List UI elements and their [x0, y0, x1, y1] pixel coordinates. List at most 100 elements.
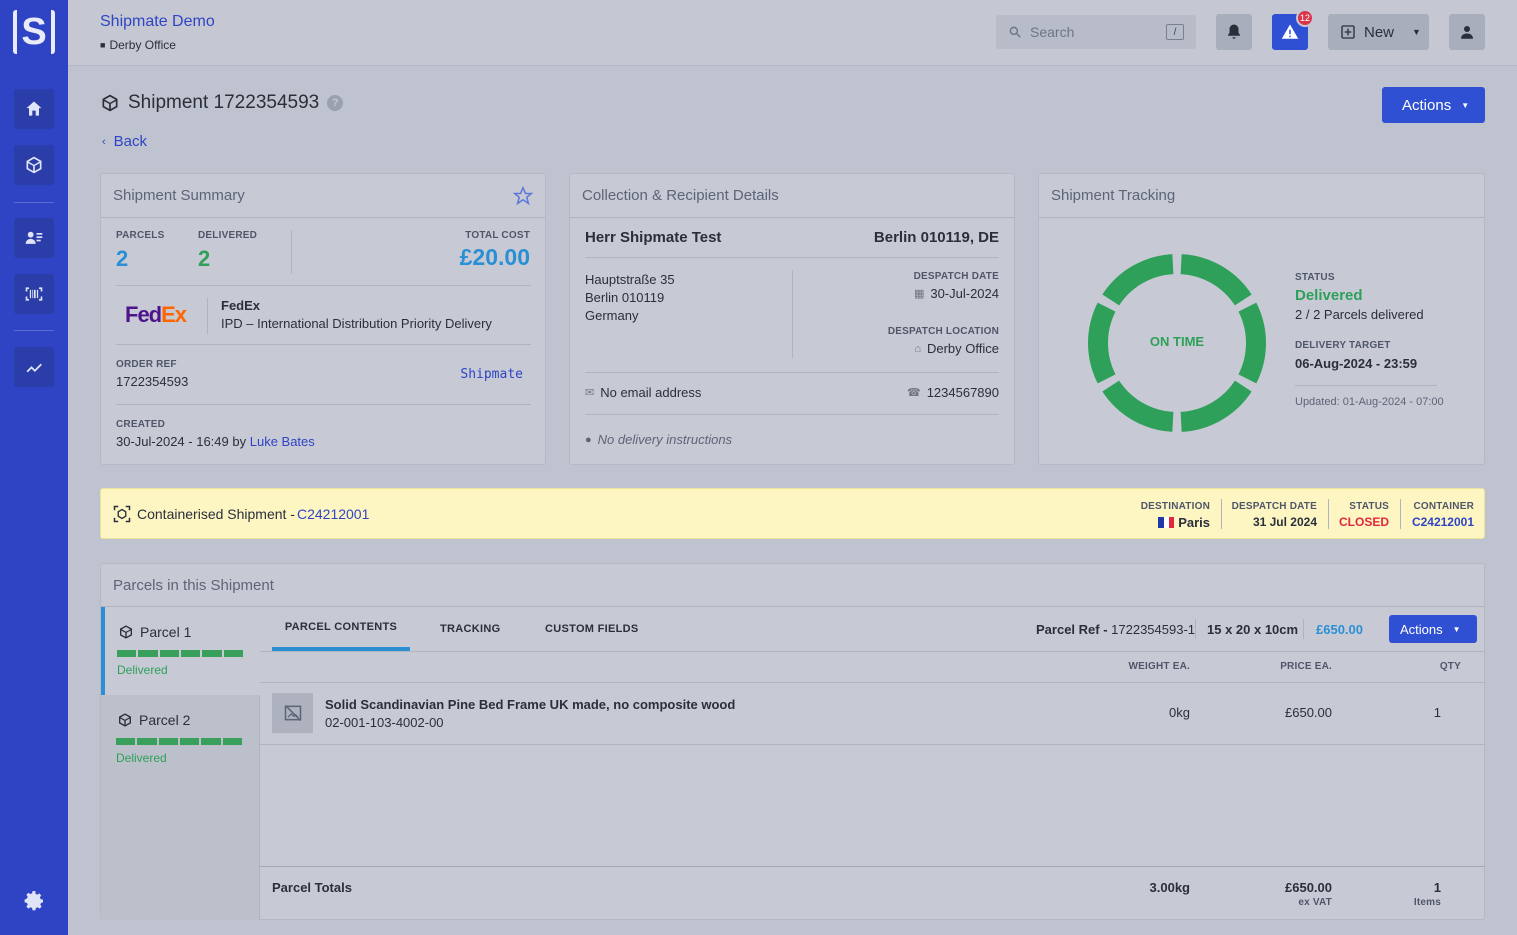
nav-separator — [14, 330, 54, 331]
user-menu-button[interactable] — [1449, 14, 1485, 50]
actions-button[interactable]: Actions ▼ — [1382, 87, 1485, 123]
card-title: Shipment Tracking — [1051, 187, 1176, 204]
total-qty: 1 — [1433, 880, 1441, 895]
destination: Paris — [1133, 515, 1210, 530]
notifications-button[interactable] — [1216, 14, 1252, 50]
search-icon — [1009, 26, 1021, 38]
total-price: £650.00 — [1285, 880, 1332, 895]
email-value: No email address — [600, 385, 702, 400]
item-price: £650.00 — [1285, 705, 1332, 720]
delivery-instructions: ● No delivery instructions — [585, 432, 732, 447]
divider — [1221, 499, 1222, 529]
ring-label: ON TIME — [1149, 334, 1205, 349]
divider — [260, 651, 1485, 652]
actions-label: Actions — [1402, 96, 1452, 114]
contacts-icon — [25, 231, 43, 244]
user-icon — [1461, 26, 1473, 39]
destination-label: DESTINATION — [1140, 501, 1210, 512]
parcels-label: PARCELS — [116, 230, 165, 241]
barcode-icon — [25, 287, 43, 301]
carrier-service: IPD – International Distribution Priorit… — [221, 316, 492, 331]
building-icon: ■ — [100, 40, 106, 50]
envelope-icon: ✉ — [585, 387, 595, 399]
plus-square-icon — [1341, 25, 1355, 39]
tab-parcel-contents[interactable]: PARCEL CONTENTS — [272, 607, 410, 651]
scan-nav-button[interactable] — [14, 274, 54, 314]
help-icon[interactable]: ? — [327, 95, 344, 111]
parcel-label: Parcel 1 — [140, 624, 192, 640]
parcel-item-2[interactable]: Parcel 2 Delivered — [101, 695, 260, 783]
tab-tracking[interactable]: TRACKING — [440, 607, 500, 651]
divider — [116, 344, 531, 345]
back-link[interactable]: ‹ Back — [102, 133, 147, 150]
despatch-date-value: 30-Jul-2024 — [930, 286, 999, 301]
created-by-link[interactable]: Luke Bates — [250, 434, 315, 449]
contacts-nav-button[interactable] — [14, 218, 54, 258]
despatch-date-value: 31 Jul 2024 — [1252, 515, 1317, 529]
divider — [1195, 619, 1196, 639]
home-nav-button[interactable] — [14, 89, 54, 129]
ring-segment — [1102, 380, 1174, 432]
divider — [116, 404, 531, 405]
order-ref-value: 1722354593 — [116, 374, 189, 389]
parcel-progress-bar — [116, 738, 242, 745]
parcels-count: 2 — [116, 246, 129, 271]
recipient-email: ✉ No email address — [585, 385, 701, 400]
divider — [585, 414, 999, 415]
status-value: Delivered — [1295, 287, 1363, 304]
package-icon — [119, 713, 131, 727]
delivered-label: DELIVERED — [198, 230, 258, 241]
created-by-prefix: by — [232, 434, 247, 449]
tab-custom-fields[interactable]: CUSTOM FIELDS — [545, 607, 639, 651]
parcel-list: Parcel 1 Delivered Parcel 2 Delivered — [101, 607, 260, 920]
caret-down-icon: ▼ — [1452, 624, 1461, 634]
search-placeholder: Search — [1030, 24, 1075, 40]
parcel-title: Parcel 1 — [118, 624, 191, 640]
parcel-label: Parcel 2 — [139, 712, 191, 728]
divider — [792, 270, 793, 358]
parcel-status: Delivered — [116, 751, 167, 765]
container-link[interactable]: C24212001 — [297, 506, 369, 522]
parcels-card: Parcels in this Shipment Parcel 1 Delive… — [100, 563, 1485, 920]
parcel-item-1[interactable]: Parcel 1 Delivered — [101, 607, 260, 695]
delivery-target-value: 06-Aug-2024 - 23:59 — [1295, 356, 1418, 371]
fedex-logo: FedEx — [125, 302, 187, 328]
package-icon — [120, 625, 132, 639]
item-weight: 0kg — [1169, 705, 1190, 720]
office-selector[interactable]: ■ Derby Office — [100, 38, 176, 52]
divider — [1400, 499, 1401, 529]
divider — [585, 372, 999, 373]
despatch-location: ⌂ Derby Office — [914, 341, 999, 356]
despatch-date: ▦ 30-Jul-2024 — [914, 286, 999, 301]
status-label: STATUS — [1295, 272, 1335, 283]
parcel-value: £650.00 — [1316, 622, 1363, 637]
alerts-button[interactable]: 12 — [1272, 9, 1314, 50]
settings-button[interactable] — [20, 887, 48, 915]
container-value[interactable]: C24212001 — [1405, 515, 1474, 529]
search-input[interactable]: Search / — [996, 15, 1196, 49]
divider — [585, 257, 999, 258]
address-line: Berlin 010119 — [585, 290, 665, 305]
parcel-actions-button[interactable]: Actions ▼ — [1389, 615, 1477, 643]
divider — [260, 866, 1485, 867]
fedex-logo-part: Fed — [125, 302, 162, 327]
despatch-date-label: DESPATCH DATE — [913, 271, 999, 282]
parcel-dimensions: 15 x 20 x 10cm — [1207, 622, 1299, 637]
warning-icon — [1281, 24, 1299, 39]
despatch-date-label: DESPATCH DATE — [1231, 501, 1317, 512]
new-button[interactable]: New ▼ — [1328, 14, 1429, 50]
caret-down-icon: ▼ — [1461, 100, 1470, 110]
reports-nav-button[interactable] — [14, 347, 54, 387]
app-title[interactable]: Shipmate Demo — [100, 13, 215, 31]
shipmate-logo[interactable]: S — [13, 10, 55, 54]
parcel-ref-label: Parcel Ref - — [1036, 622, 1112, 637]
warehouse-icon: ⌂ — [914, 342, 921, 355]
parcel-status: Delivered — [117, 663, 168, 677]
table-row[interactable]: Solid Scandinavian Pine Bed Frame UK mad… — [260, 682, 1485, 744]
star-icon[interactable] — [513, 185, 533, 206]
shipments-nav-button[interactable] — [14, 145, 54, 185]
address-line: Hauptstraße 35 — [585, 272, 675, 287]
home-icon — [26, 101, 42, 116]
parcel-title: Parcel 2 — [117, 712, 190, 728]
recipient-name: Herr Shipmate Test — [585, 229, 722, 246]
